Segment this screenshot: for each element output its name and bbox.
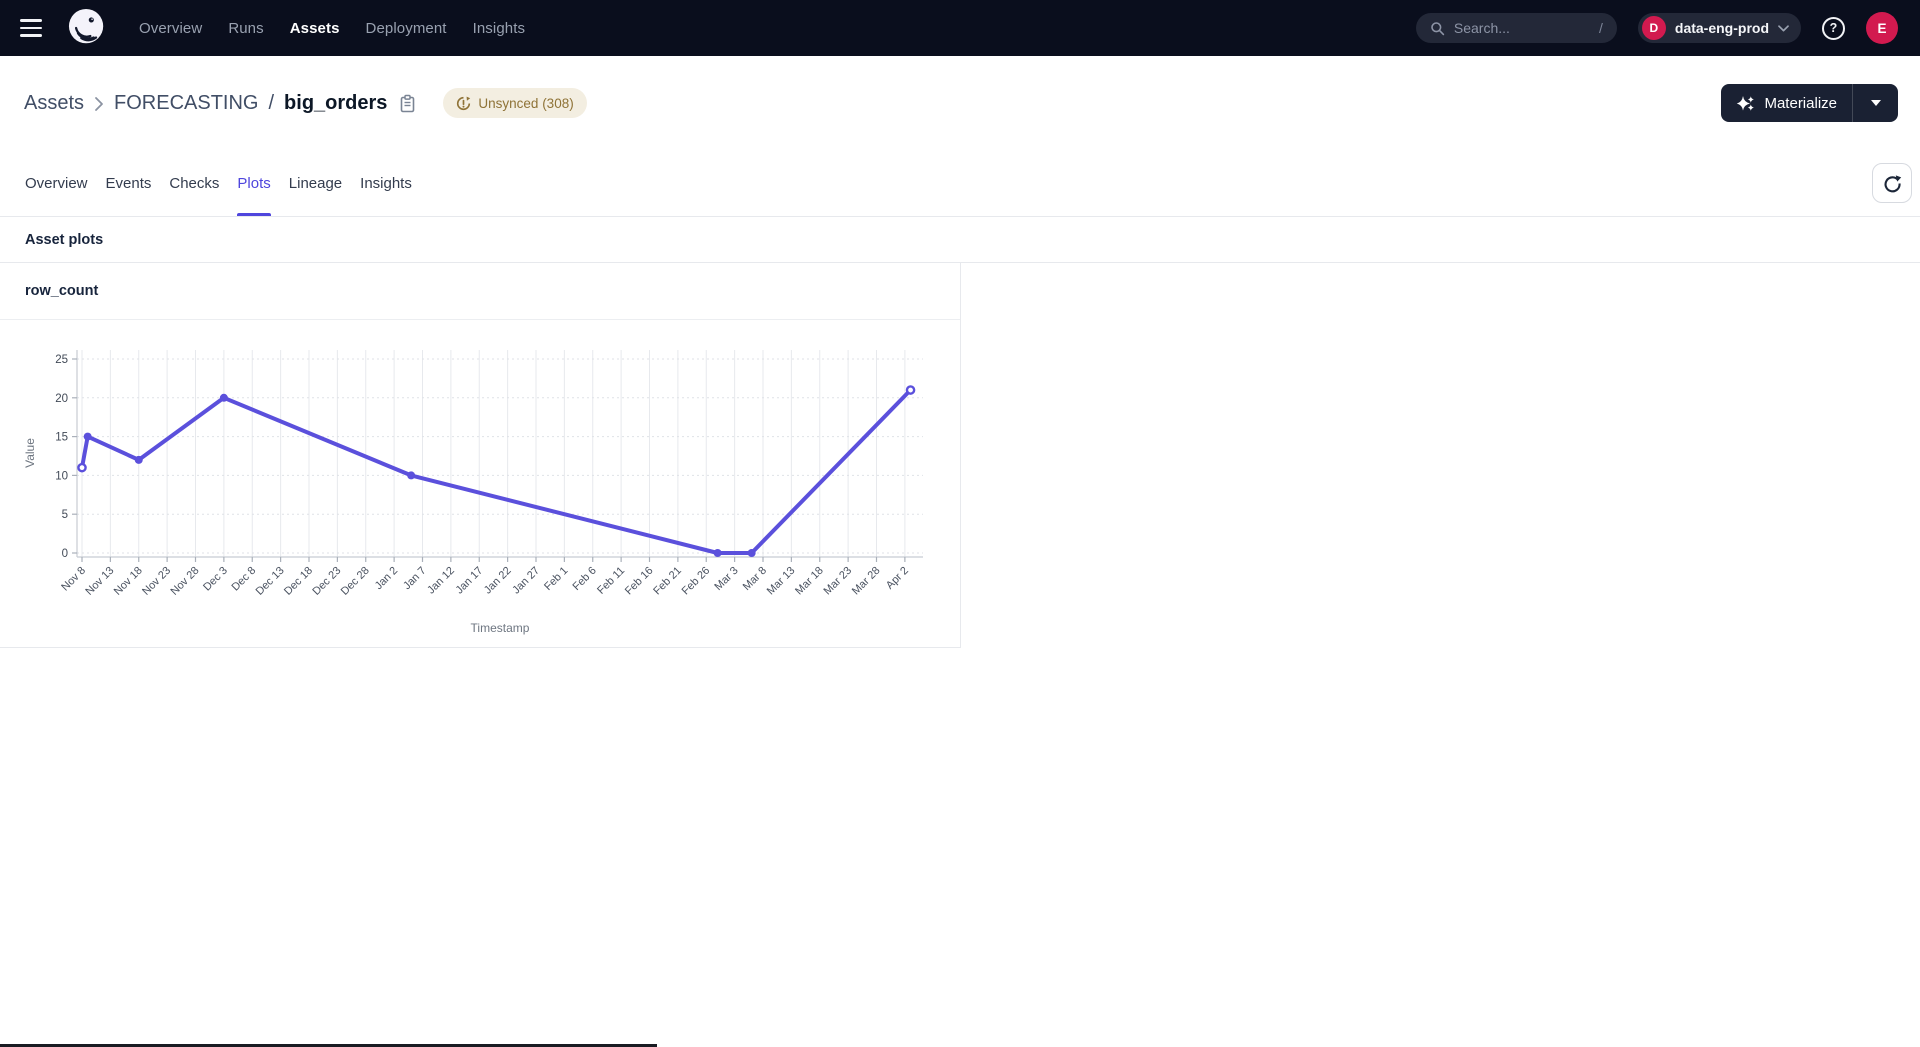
data-point-marker bbox=[220, 394, 228, 402]
chart-line bbox=[82, 390, 911, 553]
x-tick-label: Nov 28 bbox=[168, 565, 201, 598]
data-point-marker bbox=[78, 464, 85, 471]
section-header: Asset plots bbox=[0, 217, 1920, 263]
refresh-icon bbox=[1883, 174, 1902, 193]
sync-alert-icon bbox=[456, 96, 471, 111]
x-tick-label: Jan 2 bbox=[373, 565, 401, 593]
octopus-logo-icon bbox=[68, 7, 107, 50]
tab-overview[interactable]: Overview bbox=[25, 150, 88, 216]
y-tick-label: 0 bbox=[62, 548, 68, 560]
search-icon bbox=[1430, 21, 1445, 36]
x-tick-label: Mar 23 bbox=[822, 565, 855, 598]
nav-right: Search... / D data-eng-prod ? E bbox=[1416, 12, 1920, 44]
data-point-marker bbox=[907, 386, 914, 393]
tab-checks[interactable]: Checks bbox=[169, 150, 219, 216]
x-tick-label: Nov 18 bbox=[112, 565, 145, 598]
x-tick-label: Mar 13 bbox=[765, 565, 798, 598]
x-tick-label: Feb 1 bbox=[542, 565, 570, 593]
tab-events[interactable]: Events bbox=[106, 150, 152, 216]
breadcrumb-group-link[interactable]: FORECASTING bbox=[114, 92, 258, 115]
menu-icon[interactable] bbox=[20, 19, 44, 37]
x-tick-label: Dec 28 bbox=[339, 565, 372, 598]
help-button[interactable]: ? bbox=[1822, 17, 1845, 40]
nav-item-deployment[interactable]: Deployment bbox=[366, 20, 447, 37]
data-point-marker bbox=[714, 549, 722, 557]
plot-title: row_count bbox=[25, 283, 98, 299]
deployment-avatar: D bbox=[1642, 16, 1666, 40]
y-tick-label: 20 bbox=[55, 393, 68, 405]
x-tick-label: Feb 21 bbox=[651, 565, 684, 598]
search-placeholder: Search... bbox=[1454, 20, 1590, 36]
data-point-marker bbox=[135, 456, 143, 464]
data-point-marker bbox=[748, 549, 756, 557]
materialize-label: Materialize bbox=[1764, 95, 1837, 112]
asset-name: big_orders bbox=[284, 92, 387, 115]
nav-links: Overview Runs Assets Deployment Insights bbox=[139, 20, 525, 37]
plot-card-header: row_count bbox=[0, 263, 960, 320]
y-tick-label: 15 bbox=[55, 432, 68, 444]
caret-down-icon bbox=[1871, 100, 1881, 106]
section-title: Asset plots bbox=[25, 232, 103, 248]
x-tick-label: Apr 2 bbox=[884, 565, 911, 592]
x-tick-label: Jan 12 bbox=[425, 565, 457, 597]
asset-tabs-row: Overview Events Checks Plots Lineage Insights bbox=[0, 150, 1920, 217]
row-count-chart: 0510152025Nov 8Nov 13Nov 18Nov 23Nov 28D… bbox=[0, 320, 960, 648]
nav-left: Overview Runs Assets Deployment Insights bbox=[0, 8, 525, 49]
sparkle-icon bbox=[1736, 94, 1755, 113]
y-tick-label: 5 bbox=[62, 509, 68, 521]
app-logo[interactable] bbox=[68, 8, 107, 49]
x-tick-label: Jan 17 bbox=[454, 565, 486, 597]
plot-card-row-count: row_count 0510152025Nov 8Nov 13Nov 18Nov… bbox=[0, 263, 961, 648]
clipboard-icon bbox=[399, 94, 416, 113]
x-tick-label: Dec 3 bbox=[201, 565, 230, 594]
x-tick-label: Dec 23 bbox=[310, 565, 343, 598]
top-nav: Overview Runs Assets Deployment Insights Sea… bbox=[0, 0, 1920, 56]
x-tick-label: Jan 22 bbox=[482, 565, 514, 597]
help-glyph: ? bbox=[1830, 21, 1838, 35]
tab-insights[interactable]: Insights bbox=[360, 150, 412, 216]
search-shortcut-hint: / bbox=[1599, 20, 1603, 36]
tab-lineage[interactable]: Lineage bbox=[289, 150, 342, 216]
x-tick-label: Feb 11 bbox=[595, 565, 627, 597]
deployment-switcher[interactable]: D data-eng-prod bbox=[1638, 13, 1801, 43]
refresh-button[interactable] bbox=[1872, 163, 1912, 203]
unsynced-label: Unsynced (308) bbox=[478, 96, 573, 111]
x-tick-label: Mar 3 bbox=[712, 565, 740, 593]
user-avatar[interactable]: E bbox=[1866, 12, 1898, 44]
x-tick-label: Dec 13 bbox=[254, 565, 287, 598]
tab-plots[interactable]: Plots bbox=[237, 150, 270, 216]
nav-item-assets[interactable]: Assets bbox=[290, 20, 340, 37]
x-tick-label: Dec 18 bbox=[282, 565, 315, 598]
materialize-options-button[interactable] bbox=[1852, 84, 1898, 122]
deployment-name: data-eng-prod bbox=[1675, 20, 1769, 36]
copy-asset-name-button[interactable] bbox=[399, 94, 416, 113]
y-tick-label: 25 bbox=[55, 354, 68, 366]
materialize-button[interactable]: Materialize bbox=[1721, 84, 1852, 122]
asset-tabs: Overview Events Checks Plots Lineage Insights bbox=[25, 150, 412, 216]
x-tick-label: Nov 23 bbox=[140, 565, 173, 598]
x-tick-label: Mar 28 bbox=[850, 565, 883, 598]
chevron-down-icon bbox=[1778, 25, 1789, 32]
breadcrumb: Assets FORECASTING / big_orders bbox=[24, 88, 587, 118]
search-input[interactable]: Search... / bbox=[1416, 13, 1617, 43]
x-tick-label: Feb 16 bbox=[623, 565, 656, 598]
nav-item-insights[interactable]: Insights bbox=[473, 20, 526, 37]
x-tick-label: Mar 18 bbox=[793, 565, 826, 598]
breadcrumb-chevron-icon bbox=[94, 96, 104, 112]
data-point-marker bbox=[407, 471, 415, 479]
breadcrumb-separator: / bbox=[268, 92, 274, 115]
x-tick-label: Nov 13 bbox=[83, 565, 116, 598]
breadcrumb-assets-link[interactable]: Assets bbox=[24, 92, 84, 115]
y-axis-title: Value bbox=[23, 438, 37, 468]
nav-item-runs[interactable]: Runs bbox=[228, 20, 263, 37]
y-tick-label: 10 bbox=[55, 470, 68, 482]
materialize-split-button: Materialize bbox=[1721, 84, 1898, 122]
x-axis-title: Timestamp bbox=[471, 621, 530, 635]
asset-header-row: Assets FORECASTING / big_orders bbox=[0, 56, 1920, 150]
unsynced-status-badge[interactable]: Unsynced (308) bbox=[443, 88, 586, 118]
x-tick-label: Jan 27 bbox=[510, 565, 542, 597]
x-tick-label: Feb 26 bbox=[680, 565, 713, 598]
data-point-marker bbox=[84, 433, 92, 441]
nav-item-overview[interactable]: Overview bbox=[139, 20, 202, 37]
